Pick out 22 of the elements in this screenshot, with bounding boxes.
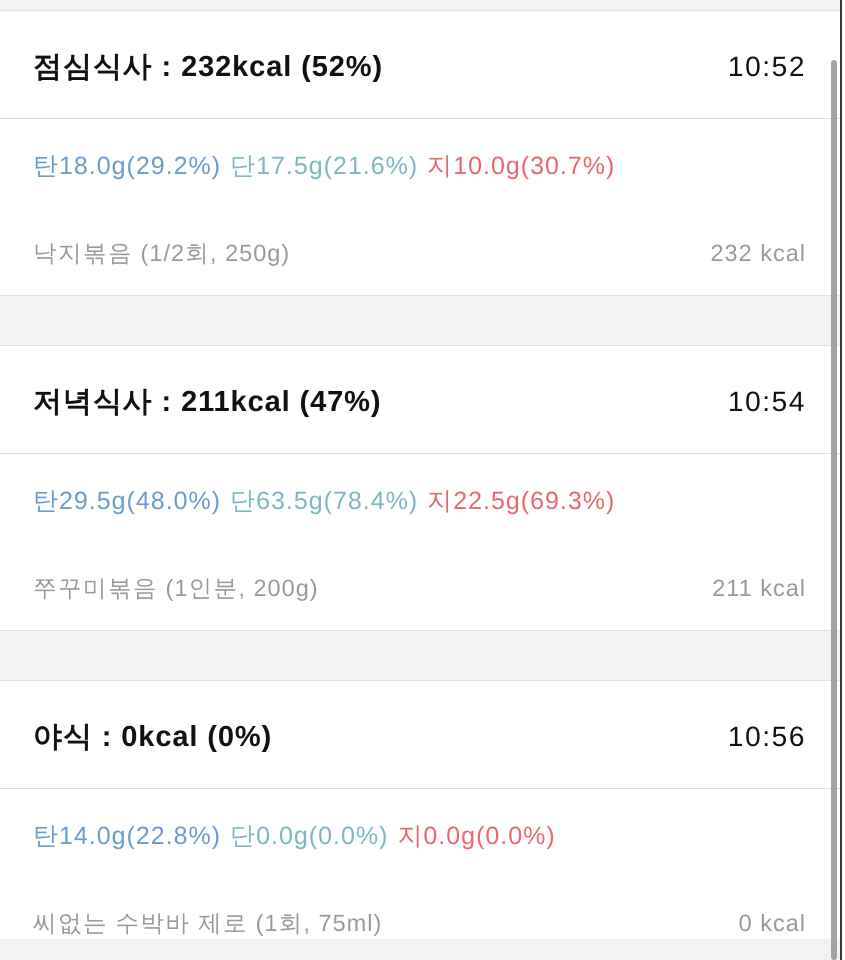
food-calories: 0 kcal [738, 910, 806, 936]
carb-value: 탄14.0g(22.8%) [33, 820, 222, 852]
fat-value: 지22.5g(69.3%) [427, 486, 616, 516]
meal-time: 10:54 [728, 386, 806, 418]
meal-time: 10:52 [728, 50, 806, 82]
carb-value: 탄18.0g(29.2%) [33, 150, 222, 182]
protein-value: 단17.5g(21.6%) [230, 150, 418, 182]
meal-title: 저녁식사 : 211kcal (47%) [33, 384, 382, 420]
food-calories: 232 kcal [710, 240, 806, 266]
carb-value: 탄29.5g(48.0%) [33, 486, 222, 516]
fat-value: 지0.0g(0.0%) [397, 820, 556, 852]
meal-time: 10:56 [728, 720, 806, 752]
fat-value: 지10.0g(30.7%) [427, 150, 616, 182]
protein-value: 단63.5g(78.4%) [230, 486, 418, 516]
food-calories: 211 kcal [712, 574, 806, 602]
food-name: 쭈꾸미볶음 (1인분, 200g) [33, 574, 319, 603]
protein-value: 단0.0g(0.0%) [230, 820, 388, 852]
food-name: 낙지볶음 (1/2회, 250g) [33, 239, 290, 268]
food-name: 씨없는 수박바 제로 (1회, 75ml) [33, 909, 382, 938]
meal-title: 야식 : 0kcal (0%) [33, 720, 272, 754]
meal-title: 점심식사 : 232kcal (52%) [33, 50, 384, 84]
scrollbar-thumb[interactable] [831, 60, 837, 960]
